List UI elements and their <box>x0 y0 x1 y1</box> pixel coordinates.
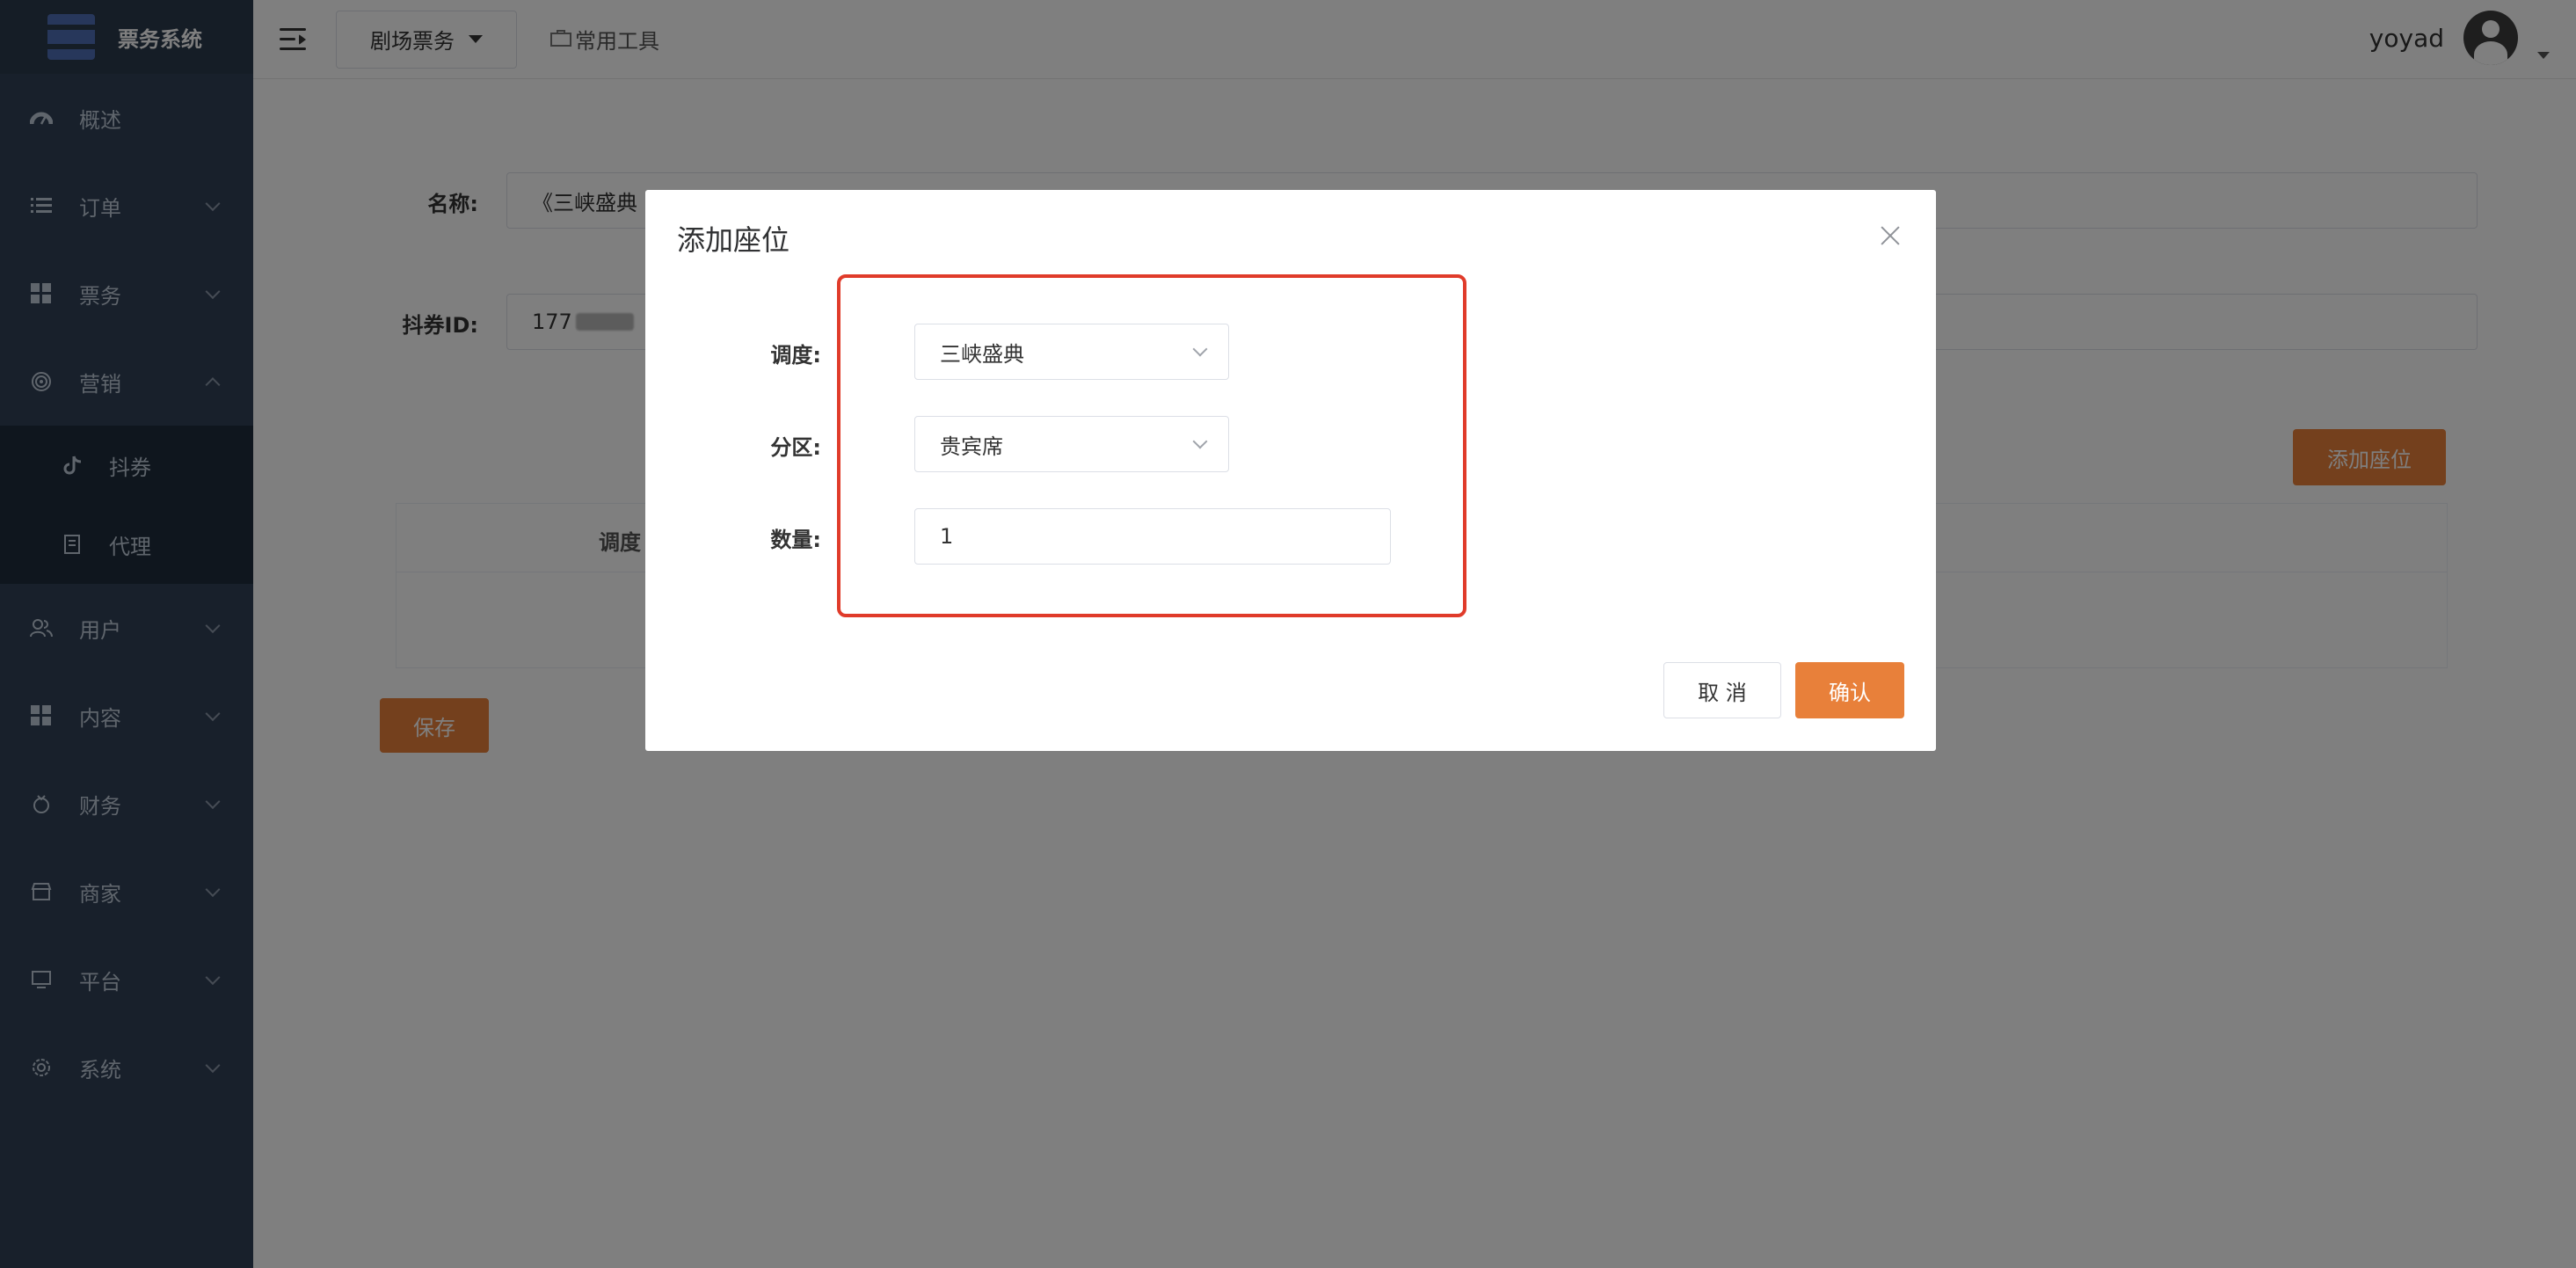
schedule-label: 调度: <box>770 343 821 368</box>
dialog-title: 添加座位 <box>677 223 790 257</box>
chevron-down-icon <box>1192 341 1208 357</box>
zone-label: 分区: <box>770 435 821 460</box>
quantity-value: 1 <box>940 524 954 549</box>
quantity-label: 数量: <box>770 528 821 552</box>
zone-select[interactable]: 贵宾席 <box>914 416 1229 472</box>
confirm-button[interactable]: 确认 <box>1795 662 1904 718</box>
cancel-button[interactable]: 取 消 <box>1663 662 1781 718</box>
zone-value: 贵宾席 <box>940 434 1003 459</box>
schedule-select[interactable]: 三峡盛典 <box>914 324 1229 380</box>
close-icon[interactable] <box>1880 225 1901 246</box>
add-seat-dialog: 添加座位 调度: 三峡盛典 分区: 贵宾席 数量: 1 取 消 确认 <box>645 190 1936 751</box>
quantity-input[interactable]: 1 <box>914 508 1391 565</box>
chevron-down-icon <box>1192 434 1208 449</box>
schedule-value: 三峡盛典 <box>940 341 1024 367</box>
